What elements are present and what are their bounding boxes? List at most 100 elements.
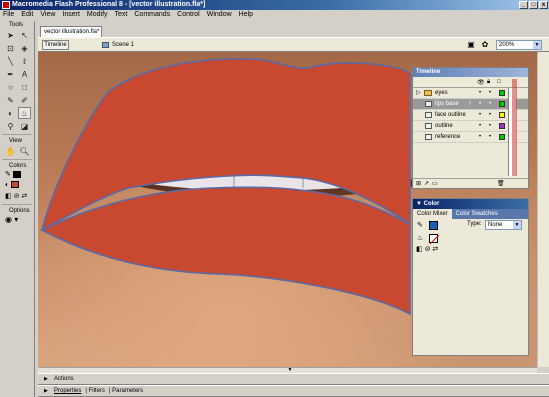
- fill-transform-tool-icon[interactable]: ◈: [18, 42, 31, 54]
- layer-color-swatch[interactable]: [499, 90, 505, 96]
- add-motion-guide-icon[interactable]: ↗: [424, 180, 429, 187]
- pencil-icon: /: [469, 101, 471, 107]
- menu-commands[interactable]: Commands: [134, 10, 170, 20]
- eraser-tool-icon[interactable]: ◪: [18, 120, 31, 132]
- brush-tool-icon[interactable]: ✐: [18, 94, 31, 106]
- layer-icon: [425, 134, 432, 140]
- swap-colors-icon[interactable]: ⇄: [21, 193, 27, 200]
- tools-label: Tools: [9, 22, 24, 28]
- layer-color-swatch[interactable]: [499, 112, 505, 118]
- scene-label[interactable]: Scene 1: [112, 40, 134, 50]
- lock-dot[interactable]: •: [489, 110, 491, 120]
- stroke-color-swatch[interactable]: [12, 170, 21, 178]
- close-button[interactable]: x: [539, 1, 548, 9]
- document-tab[interactable]: vector illustration.fla*: [40, 26, 102, 37]
- outline-icon[interactable]: □: [497, 79, 501, 85]
- minimize-button[interactable]: _: [519, 1, 528, 9]
- gap-size-icon[interactable]: ◉: [5, 215, 12, 224]
- menu-window[interactable]: Window: [207, 10, 232, 20]
- pencil-tool-icon[interactable]: ✎: [4, 94, 17, 106]
- tab-filters[interactable]: Filters: [89, 386, 105, 397]
- eye-icon[interactable]: 👁︎: [477, 79, 485, 86]
- oval-tool-icon[interactable]: ○: [4, 81, 17, 93]
- lock-dot[interactable]: •: [489, 99, 491, 109]
- ink-bottle-tool-icon[interactable]: ◐: [4, 107, 17, 119]
- maximize-button[interactable]: □: [529, 1, 538, 9]
- edit-symbols-icon[interactable]: ✿: [480, 40, 490, 50]
- subselection-tool-icon[interactable]: ↖: [18, 29, 31, 41]
- rectangle-tool-icon[interactable]: □: [18, 81, 31, 93]
- no-color-icon[interactable]: ⊘: [14, 193, 20, 200]
- lasso-tool-icon[interactable]: ℓ: [18, 55, 31, 67]
- zoom-select[interactable]: 200% ▼: [496, 40, 542, 50]
- menu-insert[interactable]: Insert: [62, 10, 80, 20]
- delete-layer-icon[interactable]: 🗑︎: [497, 180, 505, 187]
- timeline-toggle-button[interactable]: Timeline: [42, 40, 69, 50]
- no-color-icon[interactable]: ⊘: [425, 246, 431, 253]
- visibility-dot[interactable]: •: [479, 132, 481, 142]
- layer-name: eyes: [435, 90, 448, 96]
- menu-file[interactable]: File: [3, 10, 14, 20]
- menu-modify[interactable]: Modify: [87, 10, 108, 20]
- layer-color-swatch[interactable]: [499, 101, 505, 107]
- vertical-scrollbar[interactable]: [537, 52, 549, 367]
- black-white-icon[interactable]: ◧: [416, 246, 423, 253]
- collapse-arrow-icon: ▼: [416, 201, 422, 207]
- color-panel-title-text: Color: [423, 201, 440, 207]
- visibility-dot[interactable]: •: [479, 99, 481, 109]
- swap-colors-icon[interactable]: ⇄: [432, 246, 438, 253]
- lock-dot[interactable]: •: [489, 121, 491, 131]
- bottom-panels: ▶ Actions ▶ Properties | Filters | Paramet…: [38, 373, 549, 397]
- layer-color-swatch[interactable]: [499, 134, 505, 140]
- zoom-tool-icon[interactable]: 🔍︎: [18, 145, 31, 157]
- paint-bucket-tool-icon[interactable]: ♨: [18, 107, 31, 119]
- visibility-dot[interactable]: •: [479, 88, 481, 98]
- lock-dot[interactable]: •: [489, 132, 491, 142]
- colors-label: Colors: [9, 163, 27, 169]
- menu-edit[interactable]: Edit: [21, 10, 33, 20]
- insert-layer-icon[interactable]: ⊞: [416, 180, 421, 187]
- fill-color-swatch[interactable]: [429, 234, 440, 245]
- eyedropper-tool-icon[interactable]: ⚲: [4, 120, 17, 132]
- layer-icon: [425, 101, 432, 107]
- fill-color-swatch[interactable]: [11, 181, 20, 188]
- properties-panel-header: ▶ Properties | Filters | Parameters: [38, 385, 549, 397]
- expand-arrow-icon[interactable]: ▶: [44, 386, 48, 397]
- menu-control[interactable]: Control: [177, 10, 200, 20]
- fill-type-select[interactable]: None ▼: [485, 220, 522, 230]
- hand-tool-icon[interactable]: ✋: [4, 145, 17, 157]
- stroke-color-swatch[interactable]: [429, 221, 438, 230]
- tab-color-mixer[interactable]: Color Mixer: [413, 209, 452, 219]
- stroke-pencil-icon: ✎: [417, 222, 423, 229]
- pen-tool-icon[interactable]: ✒: [4, 68, 17, 80]
- text-tool-icon[interactable]: A: [18, 68, 31, 80]
- tab-parameters[interactable]: Parameters: [112, 386, 143, 397]
- color-panel-title[interactable]: ▼ Color: [413, 199, 528, 209]
- layer-color-swatch[interactable]: [499, 123, 505, 129]
- menu-help[interactable]: Help: [239, 10, 253, 20]
- menu-bar: File Edit View Insert Modify Text Comman…: [0, 10, 549, 20]
- fill-bucket-icon: ♨: [417, 235, 424, 242]
- black-white-icon[interactable]: ◧: [5, 193, 12, 200]
- free-transform-tool-icon[interactable]: ⊡: [4, 42, 17, 54]
- selection-tool-icon[interactable]: ➤: [4, 29, 17, 41]
- edit-scene-icon[interactable]: ▣: [466, 40, 476, 50]
- stroke-color-icon: ✎: [5, 171, 11, 178]
- tab-color-swatches[interactable]: Color Swatches: [452, 209, 502, 219]
- menu-text[interactable]: Text: [115, 10, 128, 20]
- lock-dot[interactable]: •: [489, 88, 491, 98]
- layer-name: outline: [435, 123, 453, 129]
- visibility-dot[interactable]: •: [479, 110, 481, 120]
- insert-folder-icon[interactable]: ▭: [432, 180, 438, 187]
- window-title: Macromedia Flash Professional 8 - [vecto…: [12, 1, 206, 8]
- lock-icon[interactable]: 🔒︎: [487, 79, 490, 86]
- expand-arrow-icon: ▶: [44, 376, 48, 382]
- playhead[interactable]: [512, 79, 517, 176]
- visibility-dot[interactable]: •: [479, 121, 481, 131]
- actions-panel-header[interactable]: ▶ Actions: [38, 373, 549, 385]
- tab-properties[interactable]: Properties: [54, 386, 81, 397]
- line-tool-icon[interactable]: ╲: [4, 55, 17, 67]
- expand-arrow-icon[interactable]: ▷: [416, 88, 421, 98]
- lock-fill-icon[interactable]: ▾: [14, 215, 18, 224]
- menu-view[interactable]: View: [40, 10, 55, 20]
